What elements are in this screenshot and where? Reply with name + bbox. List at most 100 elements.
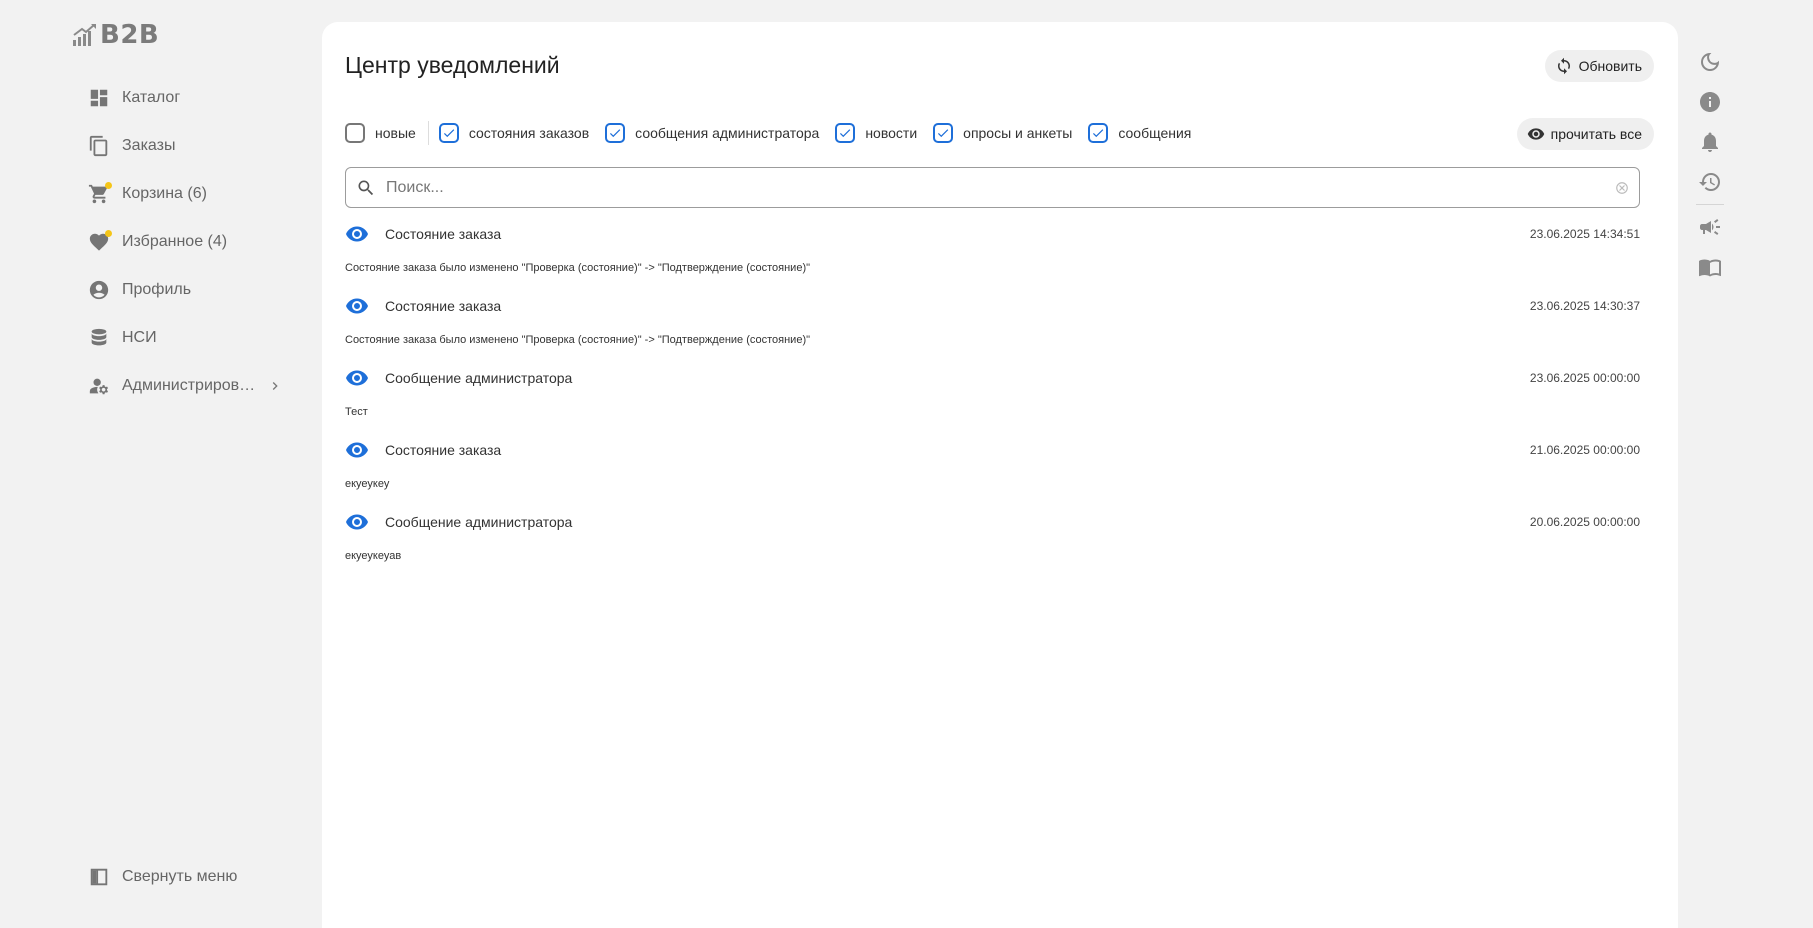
account-icon: [88, 279, 110, 301]
filter-label: сообщения: [1118, 125, 1192, 141]
notification-list: Состояние заказа 23.06.2025 14:34:51 Сос…: [345, 221, 1640, 581]
copy-icon: [88, 135, 110, 157]
bell-icon[interactable]: [1698, 130, 1722, 154]
check-icon: [938, 129, 949, 138]
notification-body: Состояние заказа было изменено "Проверка…: [345, 334, 811, 346]
sidebar-item-favorites[interactable]: Избранное (4): [88, 218, 283, 266]
filter-messages-checkbox[interactable]: сообщения: [1088, 123, 1191, 143]
eye-icon[interactable]: [345, 222, 369, 246]
refresh-button[interactable]: Обновить: [1544, 50, 1654, 82]
filter-label: новые: [375, 125, 416, 141]
notification-body: екуеукеуав: [345, 550, 402, 562]
admin-icon: [88, 375, 110, 397]
toolbar-divider: [1696, 204, 1724, 205]
info-icon[interactable]: [1698, 90, 1722, 114]
eye-icon[interactable]: [345, 510, 369, 534]
sidebar-item-admin[interactable]: Администриров…: [88, 362, 283, 410]
filter-new-checkbox[interactable]: новые: [345, 123, 416, 143]
notification-timestamp: 21.06.2025 00:00:00: [1529, 443, 1640, 457]
filter-bar: новые состояния заказов сообщения админи…: [345, 121, 1207, 145]
checkbox-checked[interactable]: [835, 123, 856, 143]
filter-news-checkbox[interactable]: новости: [835, 123, 917, 143]
sidebar-nav: Каталог Заказы Корзина (6) Избранное (4): [88, 74, 283, 410]
sidebar-item-nsi[interactable]: НСИ: [88, 314, 283, 362]
filter-surveys-checkbox[interactable]: опросы и анкеты: [933, 123, 1072, 143]
read-all-label: прочитать все: [1550, 126, 1642, 142]
megaphone-icon[interactable]: [1698, 215, 1722, 239]
refresh-icon: [1557, 57, 1570, 75]
notification-item[interactable]: Состояние заказа 23.06.2025 14:30:37 Сос…: [345, 293, 1640, 365]
dashboard-icon: [88, 87, 110, 109]
check-icon: [1093, 129, 1104, 138]
logo[interactable]: B2B: [72, 20, 159, 50]
checkbox-checked[interactable]: [933, 123, 954, 143]
notification-timestamp: 20.06.2025 00:00:00: [1529, 515, 1640, 529]
sidebar-item-cart[interactable]: Корзина (6): [88, 170, 283, 218]
search-input[interactable]: [384, 177, 1615, 198]
database-icon: [88, 327, 110, 349]
search-icon: [358, 180, 374, 195]
notification-timestamp: 23.06.2025 14:34:51: [1529, 227, 1640, 241]
sidebar-item-label: Корзина (6): [122, 185, 207, 202]
book-icon[interactable]: [1698, 255, 1722, 279]
logo-text: B2B: [100, 20, 160, 50]
notification-title: Состояние заказа: [385, 298, 502, 314]
sidebar-item-orders[interactable]: Заказы: [88, 122, 283, 170]
sidebar-item-label: Заказы: [122, 137, 176, 154]
checkbox-checked[interactable]: [1088, 123, 1109, 143]
checkbox-checked[interactable]: [438, 123, 459, 143]
growth-chart-icon: [73, 24, 96, 46]
collapse-menu-label: Свернуть меню: [122, 868, 238, 885]
chevron-right-icon[interactable]: [267, 378, 283, 394]
notification-item[interactable]: Состояние заказа 23.06.2025 14:34:51 Сос…: [345, 221, 1640, 293]
moon-icon[interactable]: [1698, 50, 1722, 74]
eye-icon: [1527, 128, 1544, 140]
filter-label: новости: [865, 125, 918, 141]
sidebar-collapse-icon: [88, 866, 110, 888]
sidebar-item-label: Каталог: [122, 89, 181, 106]
cart-icon: [88, 182, 112, 205]
notification-dot: [105, 182, 112, 189]
check-icon: [443, 129, 455, 138]
page-title: Центр уведомлений: [345, 52, 560, 78]
sidebar-item-label: НСИ: [122, 329, 157, 346]
sidebar: B2B Каталог Заказы Корзина (6) Избранное…: [0, 0, 320, 928]
right-toolbar: [1696, 50, 1724, 295]
filter-label: опросы и анкеты: [963, 125, 1073, 141]
eye-icon[interactable]: [345, 438, 369, 462]
notification-center-panel: Центр уведомлений Обновить новые состоян…: [322, 22, 1678, 928]
notification-title: Сообщение администратора: [385, 370, 573, 386]
notification-timestamp: 23.06.2025 14:30:37: [1529, 299, 1640, 313]
refresh-label: Обновить: [1578, 58, 1642, 74]
history-icon[interactable]: [1698, 170, 1722, 194]
clear-icon[interactable]: [1615, 181, 1629, 195]
notification-title: Состояние заказа: [385, 226, 502, 242]
notification-body: Состояние заказа было изменено "Проверка…: [345, 262, 811, 274]
notification-item[interactable]: Сообщение администратора 20.06.2025 00:0…: [345, 509, 1640, 581]
sidebar-item-label: Администриров…: [122, 377, 256, 394]
notification-body: Тест: [345, 406, 368, 418]
read-all-button[interactable]: прочитать все: [1516, 118, 1654, 150]
filter-label: сообщения администратора: [635, 125, 820, 141]
notification-dot: [105, 230, 112, 237]
notification-body: екуеукеу: [345, 478, 390, 490]
eye-icon[interactable]: [345, 366, 369, 390]
heart-icon: [88, 230, 112, 253]
check-icon: [840, 129, 851, 138]
sidebar-item-catalog[interactable]: Каталог: [88, 74, 283, 122]
filter-admin-messages-checkbox[interactable]: сообщения администратора: [605, 123, 819, 143]
checkbox-checked[interactable]: [605, 123, 626, 143]
sidebar-item-profile[interactable]: Профиль: [88, 266, 283, 314]
check-icon: [610, 129, 621, 138]
sidebar-item-label: Избранное (4): [122, 233, 228, 250]
notification-title: Сообщение администратора: [385, 514, 573, 530]
checkbox-unchecked[interactable]: [345, 123, 365, 143]
filter-divider: [427, 121, 429, 145]
filter-order-status-checkbox[interactable]: состояния заказов: [438, 123, 589, 143]
notification-item[interactable]: Состояние заказа 21.06.2025 00:00:00 еку…: [345, 437, 1640, 509]
notification-timestamp: 23.06.2025 00:00:00: [1529, 371, 1640, 385]
eye-icon[interactable]: [345, 294, 369, 318]
notification-item[interactable]: Сообщение администратора 23.06.2025 00:0…: [345, 365, 1640, 437]
search-bar: [345, 167, 1640, 208]
collapse-menu-button[interactable]: Свернуть меню: [88, 866, 237, 888]
